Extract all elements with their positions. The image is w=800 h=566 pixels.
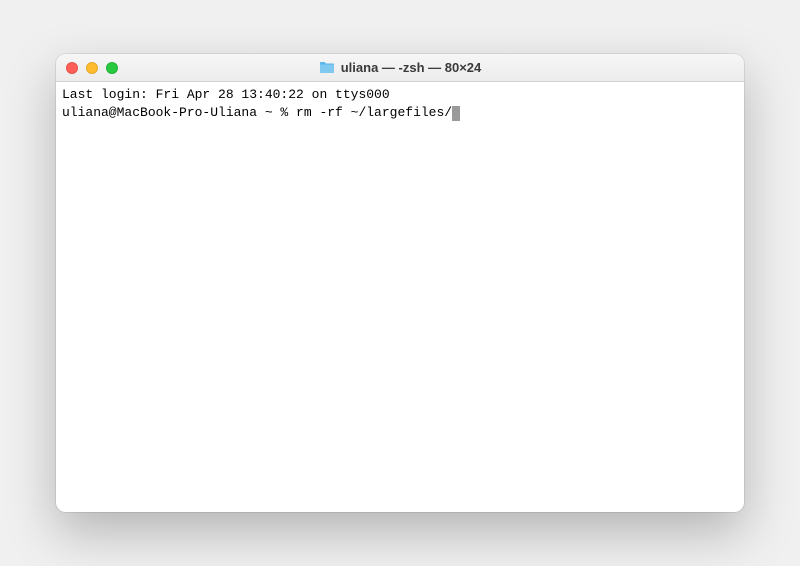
terminal-content[interactable]: Last login: Fri Apr 28 13:40:22 on ttys0… (56, 82, 744, 512)
traffic-lights (66, 62, 118, 74)
terminal-window: uliana — -zsh — 80×24 Last login: Fri Ap… (56, 54, 744, 512)
last-login-line: Last login: Fri Apr 28 13:40:22 on ttys0… (62, 86, 738, 104)
window-titlebar[interactable]: uliana — -zsh — 80×24 (56, 54, 744, 82)
typed-command: rm -rf ~/largefiles/ (296, 105, 452, 120)
terminal-cursor (452, 106, 460, 121)
prompt-line: uliana@MacBook-Pro-Uliana ~ % rm -rf ~/l… (62, 104, 738, 122)
shell-prompt: uliana@MacBook-Pro-Uliana ~ % (62, 105, 296, 120)
title-container: uliana — -zsh — 80×24 (56, 60, 744, 75)
folder-icon (319, 61, 335, 74)
window-title: uliana — -zsh — 80×24 (341, 60, 482, 75)
close-button[interactable] (66, 62, 78, 74)
minimize-button[interactable] (86, 62, 98, 74)
maximize-button[interactable] (106, 62, 118, 74)
